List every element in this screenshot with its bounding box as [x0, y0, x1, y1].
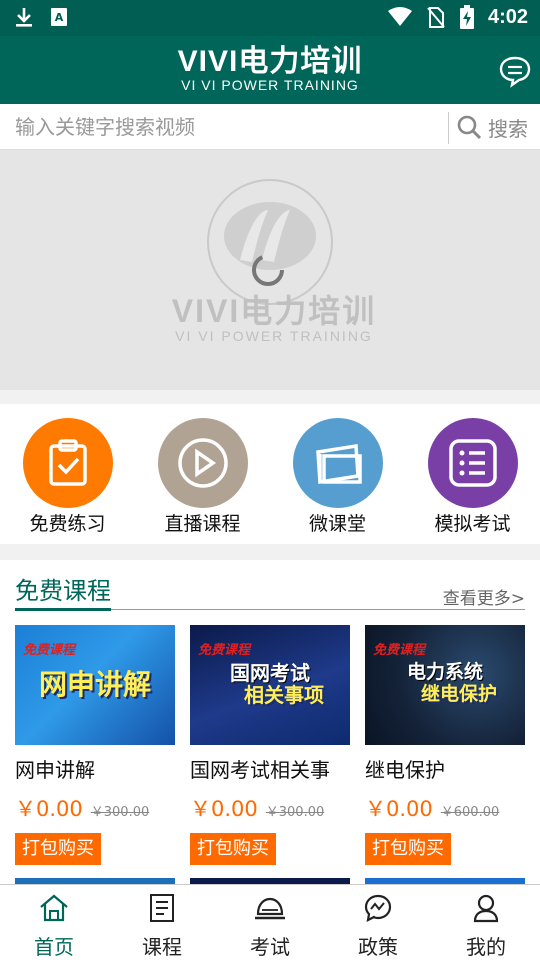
quick-free-practice[interactable]: 免费练习: [0, 418, 135, 536]
see-more-link[interactable]: 查看更多>: [443, 584, 525, 609]
chat-bubble-icon: [499, 56, 531, 88]
search-input[interactable]: [0, 104, 448, 150]
thumb-tag: 免费课程: [23, 643, 76, 658]
app-header: VIVI电力培训 VI VI POWER TRAINING: [0, 36, 540, 104]
tab-policy[interactable]: 政策: [324, 891, 432, 959]
tab-home[interactable]: 首页: [0, 891, 108, 959]
thumb-tag: 免费课程: [373, 643, 426, 658]
battery-charging-icon: [459, 5, 474, 29]
wifi-icon: [387, 7, 412, 26]
quick-link-label: 模拟考试: [434, 513, 511, 535]
course-name: 国网考试相关事: [190, 758, 330, 782]
section-header: 免费课程 查看更多>: [15, 574, 525, 611]
no-sim-icon: [427, 7, 445, 28]
document-icon: [150, 894, 174, 922]
banner-brand: VIVI电力培训 VI VI POWER TRAINING: [148, 294, 400, 344]
tab-label: 考试: [250, 935, 290, 959]
course-original-price: ￥300.00: [90, 805, 150, 820]
quick-live-courses[interactable]: 直播课程: [135, 418, 270, 536]
course-name: 继电保护: [365, 758, 445, 782]
course-prices: ￥0.00 ￥600.00: [365, 793, 525, 823]
course-price: ￥0.00: [365, 797, 433, 821]
bundle-buy-button[interactable]: 打包购买: [365, 833, 451, 865]
app-a-icon: A: [51, 8, 67, 26]
course-price: ￥0.00: [190, 797, 258, 821]
policy-chat-icon: [364, 894, 392, 922]
free-courses-section: 免费课程 查看更多> 免费课程 网申讲解 网申讲解 ￥0.00 ￥300.00 …: [0, 560, 540, 884]
download-icon: [16, 8, 32, 27]
course-thumbnail: 免费课程 电力系统 继电保护: [365, 625, 525, 745]
bottom-tab-bar: 首页 课程 考试 政策 我的: [0, 884, 540, 960]
app-subtitle: VI VI POWER TRAINING: [181, 77, 359, 93]
tab-exam[interactable]: 考试: [216, 891, 324, 959]
quick-links: 免费练习 直播课程 微课堂 模拟考试: [0, 404, 540, 544]
search-button[interactable]: 搜索: [456, 104, 540, 150]
course-prices: ￥0.00 ￥300.00: [190, 793, 350, 823]
course-card[interactable]: 免费课程 电力系统 继电保护 继电保护 ￥0.00 ￥600.00 打包购买: [365, 625, 525, 865]
app-title: VIVI电力培训: [177, 45, 363, 78]
quick-mock-exam[interactable]: 模拟考试: [405, 418, 540, 536]
tab-label: 我的: [466, 935, 506, 959]
course-price: ￥0.00: [15, 797, 83, 821]
course-thumbnail: 免费课程 国网考试 相关事项: [190, 625, 350, 745]
course-original-price: ￥600.00: [440, 805, 500, 820]
person-icon: [473, 894, 499, 923]
banner-carousel[interactable]: VIVI电力培训 VI VI POWER TRAINING: [0, 150, 540, 390]
search-icon: [457, 115, 482, 140]
course-original-price: ￥300.00: [265, 805, 325, 820]
message-button[interactable]: [498, 54, 532, 88]
course-thumbnail: 免费课程 网申讲解: [15, 625, 175, 745]
watermark-logo: [207, 179, 333, 305]
home-icon: [40, 894, 68, 922]
tab-mine[interactable]: 我的: [432, 891, 540, 959]
photo-cards-icon: [292, 418, 383, 508]
quick-link-label: 微课堂: [308, 513, 366, 535]
app-logo: VIVI电力培训 VI VI POWER TRAINING: [170, 45, 370, 93]
banner-brand-subtitle: VI VI POWER TRAINING: [175, 328, 373, 344]
tab-label: 课程: [142, 935, 182, 959]
search-divider: [448, 112, 449, 144]
thumb-tag: 免费课程: [198, 643, 251, 658]
clipboard-check-icon: [22, 418, 113, 508]
status-bar: A 4:02: [0, 0, 540, 36]
bundle-buy-button[interactable]: 打包购买: [15, 833, 101, 865]
course-name: 网申讲解: [15, 758, 95, 782]
quick-link-label: 直播课程: [164, 513, 241, 535]
course-card[interactable]: 免费课程 国网考试 相关事项 国网考试相关事 ￥0.00 ￥300.00 打包购…: [190, 625, 350, 865]
quick-micro-class[interactable]: 微课堂: [270, 418, 405, 536]
quick-link-label: 免费练习: [29, 513, 106, 535]
tab-courses[interactable]: 课程: [108, 891, 216, 959]
course-card[interactable]: 免费课程 网申讲解 网申讲解 ￥0.00 ￥300.00 打包购买: [15, 625, 175, 865]
search-bar: 搜索: [0, 104, 540, 150]
banner-brand-title: VIVI电力培训: [171, 293, 377, 329]
status-time: 4:02: [487, 5, 528, 28]
thumb-title-line2: 继电保护: [420, 683, 497, 705]
list-icon: [427, 418, 518, 508]
thumb-title-line2: 相关事项: [244, 683, 324, 707]
bundle-buy-button[interactable]: 打包购买: [190, 833, 276, 865]
tab-label: 政策: [358, 935, 398, 959]
tab-label: 首页: [34, 935, 74, 959]
exam-bell-icon: [255, 897, 285, 920]
play-circle-icon: [157, 418, 248, 508]
course-prices: ￥0.00 ￥300.00: [15, 793, 175, 823]
svg-text:A: A: [55, 11, 64, 24]
search-button-label: 搜索: [488, 116, 528, 141]
section-title: 免费课程: [15, 576, 111, 611]
thumb-title: 网申讲解: [38, 668, 151, 701]
